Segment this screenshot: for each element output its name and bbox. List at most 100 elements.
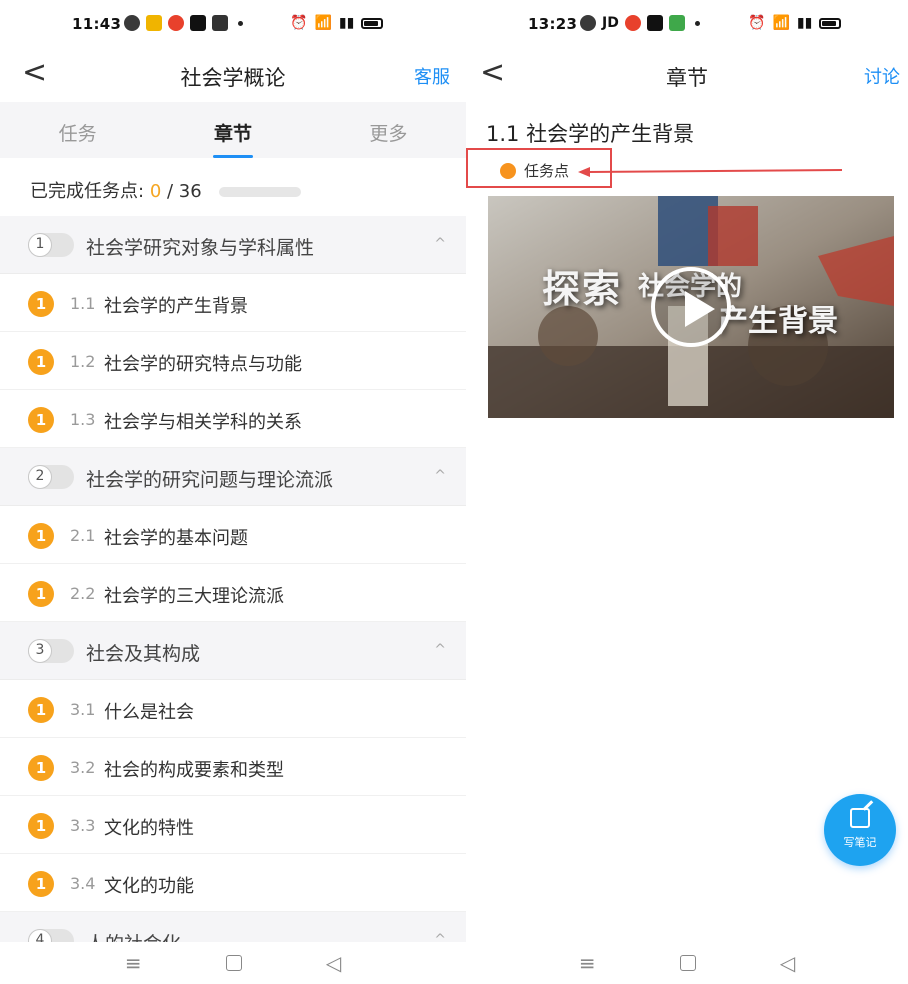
list-item[interactable]: 1 3.1 什么是社会	[0, 680, 466, 738]
annotation-box	[466, 148, 612, 188]
chapter-header[interactable]: 3 社会及其构成 ^	[0, 622, 466, 680]
write-note-label: 写笔记	[843, 836, 877, 849]
video-player[interactable]: 探索 社会学的 产生背景	[488, 196, 894, 418]
app-icon	[668, 15, 685, 31]
status-time: 13:23	[528, 15, 578, 33]
task-badge: 1	[28, 581, 54, 607]
task-badge: 1	[28, 523, 54, 549]
chapter-header[interactable]: 2 社会学的研究问题与理论流派 ^	[0, 448, 466, 506]
tab-bar: 任务 章节 更多	[0, 102, 466, 158]
tab-more[interactable]: 更多	[311, 102, 466, 158]
right-screen: 13:23 JD ⏰ 📶 ▮▮ < 章节 讨论 1.1 社会学的产生背景 任务点	[466, 0, 908, 984]
menu-icon[interactable]: ≡	[125, 951, 142, 975]
list-item[interactable]: 1 1.3 社会学与相关学科的关系	[0, 390, 466, 448]
weibo-icon	[168, 15, 184, 31]
notification-icons	[124, 15, 243, 31]
list-item[interactable]: 1 3.3 文化的特性	[0, 796, 466, 854]
system-icons: ⏰ 📶 ▮▮	[748, 15, 842, 31]
status-bar: 13:23 JD ⏰ 📶 ▮▮	[466, 0, 908, 48]
video-title-text: 探索	[542, 266, 623, 311]
notification-icons: JD	[580, 15, 700, 31]
section-title: 文化的特性	[104, 818, 194, 839]
section-title: 社会学的研究特点与功能	[104, 354, 302, 375]
section-number: 1.1	[70, 294, 96, 313]
chapter-title: 社会学的研究问题与理论流派	[86, 469, 334, 491]
list-item[interactable]: 1 1.1 社会学的产生背景	[0, 274, 466, 332]
wifi-icon: 📶	[772, 15, 790, 31]
chapter-title: 社会学研究对象与学科属性	[86, 237, 315, 259]
task-badge: 1	[28, 407, 54, 433]
page-title: 社会学概论	[180, 66, 286, 90]
tab-chapters[interactable]: 章节	[155, 102, 310, 158]
chapter-toggle[interactable]: 1	[28, 233, 74, 257]
home-icon[interactable]	[225, 955, 242, 971]
app-icon	[146, 15, 162, 31]
task-badge: 1	[28, 755, 54, 781]
chapter-toggle[interactable]: 3	[28, 639, 74, 663]
section-title: 社会学与相关学科的关系	[104, 412, 302, 433]
progress-done: 0	[149, 181, 162, 202]
section-title: 文化的功能	[104, 876, 194, 897]
section-number: 3.1	[70, 700, 96, 719]
signal-icon: ▮▮	[338, 15, 355, 31]
section-number: 3.3	[70, 816, 96, 835]
task-badge: 1	[28, 291, 54, 317]
chapter-toggle[interactable]: 2	[28, 465, 74, 489]
chevron-up-icon[interactable]: ^	[434, 236, 446, 252]
section-number: 3.2	[70, 758, 96, 777]
write-note-button[interactable]: 写笔记	[824, 794, 896, 866]
list-item[interactable]: 1 3.4 文化的功能	[0, 854, 466, 912]
discussion-link[interactable]: 讨论	[864, 63, 900, 89]
tab-tasks[interactable]: 任务	[0, 102, 155, 158]
chevron-up-icon[interactable]: ^	[434, 642, 446, 658]
alarm-icon: ⏰	[748, 15, 766, 31]
progress-label: 已完成任务点:	[30, 181, 145, 202]
video-title-text: 产生背景	[718, 304, 838, 339]
chapter-header[interactable]: 1 社会学研究对象与学科属性 ^	[0, 216, 466, 274]
progress-bar	[219, 187, 302, 197]
section-number: 2.2	[70, 584, 96, 603]
wechat-icon	[580, 15, 596, 31]
chapter-title: 社会及其构成	[86, 643, 201, 665]
system-nav-bar: ≡ ◁	[0, 942, 466, 984]
top-nav: < 社会学概论 客服	[0, 48, 466, 102]
system-nav-bar: ≡ ◁	[466, 942, 908, 984]
more-dot-icon	[694, 20, 700, 26]
weibo-icon	[624, 15, 641, 31]
section-number: 2.1	[70, 526, 96, 545]
app-icon	[212, 15, 228, 31]
section-title: 什么是社会	[104, 702, 194, 723]
menu-icon[interactable]: ≡	[579, 951, 596, 975]
list-item[interactable]: 1 3.2 社会的构成要素和类型	[0, 738, 466, 796]
left-screen: 11:43 ⏰ 📶 ▮▮ < 社会学概论 客服 任务 章节 更多 已完成任务点:…	[0, 0, 466, 984]
list-item[interactable]: 1 2.1 社会学的基本问题	[0, 506, 466, 564]
list-item[interactable]: 1 2.2 社会学的三大理论流派	[0, 564, 466, 622]
section-number: 3.4	[70, 874, 96, 893]
jd-icon: JD	[602, 15, 619, 31]
chapter-list: 1 社会学研究对象与学科属性 ^ 1 1.1 社会学的产生背景 1 1.2 社会…	[0, 216, 466, 970]
back-triangle-icon[interactable]: ◁	[780, 951, 795, 975]
chevron-up-icon[interactable]: ^	[434, 468, 446, 484]
wechat-icon	[124, 15, 140, 31]
back-triangle-icon[interactable]: ◁	[326, 951, 341, 975]
status-time: 11:43	[72, 15, 122, 33]
top-nav: < 章节 讨论	[466, 48, 908, 102]
tiktok-icon	[646, 15, 663, 31]
task-badge: 1	[28, 697, 54, 723]
task-badge: 1	[28, 813, 54, 839]
play-icon[interactable]	[651, 267, 731, 347]
wifi-icon: 📶	[314, 15, 332, 31]
customer-service-link[interactable]: 客服	[414, 63, 450, 89]
status-bar: 11:43 ⏰ 📶 ▮▮	[0, 0, 466, 48]
list-item[interactable]: 1 1.2 社会学的研究特点与功能	[0, 332, 466, 390]
more-dot-icon	[238, 20, 243, 26]
alarm-icon: ⏰	[290, 15, 308, 31]
edit-note-icon	[850, 808, 870, 828]
task-progress: 已完成任务点: 0 / 36	[0, 158, 466, 216]
section-title: 社会学的三大理论流派	[104, 586, 284, 607]
section-number: 1.2	[70, 352, 96, 371]
tiktok-icon	[190, 15, 206, 31]
annotation-arrow-icon	[578, 167, 843, 177]
home-icon[interactable]	[679, 955, 696, 971]
page-title: 章节	[666, 66, 708, 90]
